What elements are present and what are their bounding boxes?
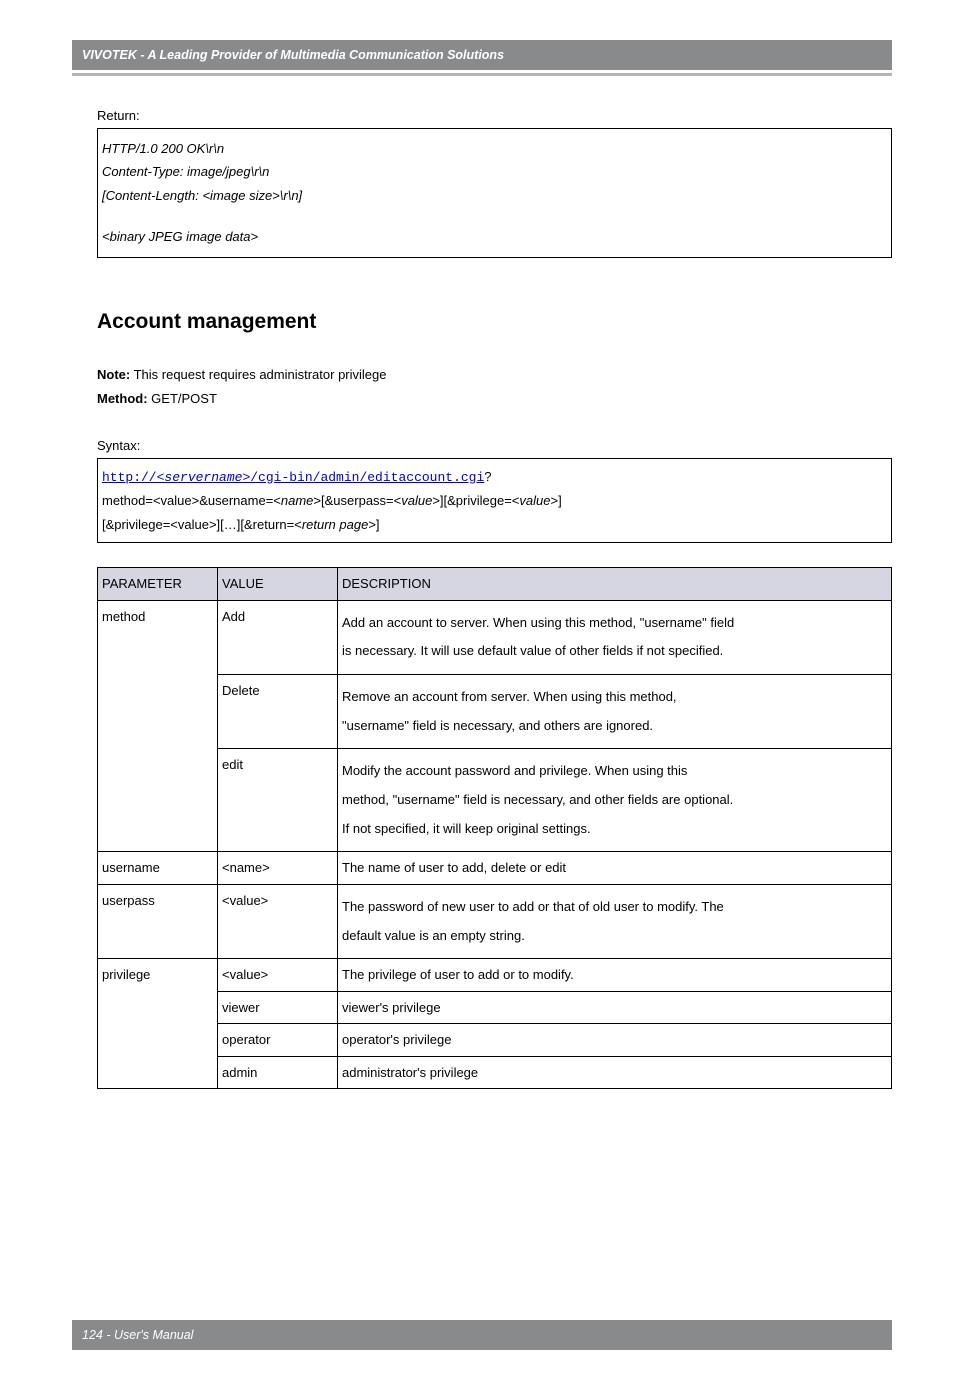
cell-privilege-value: <value> — [218, 959, 338, 992]
cell-operator-desc: operator's privilege — [338, 1024, 892, 1057]
syntax-url[interactable]: http://<servername>/cgi-bin/admin/editac… — [102, 470, 484, 485]
row-method-edit: edit Modify the account password and pri… — [98, 749, 892, 852]
return-label: Return: — [97, 106, 892, 126]
note-text: This request requires administrator priv… — [130, 367, 386, 382]
cell-username-param: username — [98, 852, 218, 885]
cell-method-delete-value: Delete — [218, 674, 338, 748]
header-title: VIVOTEK - A Leading Provider of Multimed… — [82, 48, 504, 62]
row-userpass: userpass <value> The password of new use… — [98, 884, 892, 958]
http-line-2: Content-Type: image/jpeg\r\n — [102, 162, 887, 182]
method-label: Method: — [97, 391, 148, 406]
cell-username-value: <name> — [218, 852, 338, 885]
cell-method-edit-value: edit — [218, 749, 338, 852]
note-label: Note: — [97, 367, 130, 382]
footer-bar: 124 - User's Manual — [72, 1320, 892, 1350]
section-title: Account management — [97, 306, 892, 338]
syntax-line-3: [&privilege=<value>][…][&return=<return … — [102, 515, 887, 535]
syntax-line-1: http://<servername>/cgi-bin/admin/editac… — [102, 467, 887, 488]
row-method-delete: Delete Remove an account from server. Wh… — [98, 674, 892, 748]
row-operator: operator operator's privilege — [98, 1024, 892, 1057]
cell-method-add-desc: Add an account to server. When using thi… — [338, 600, 892, 674]
footer-text: 124 - User's Manual — [82, 1328, 193, 1342]
cell-privilege-desc: The privilege of user to add or to modif… — [338, 959, 892, 992]
cell-username-desc: The name of user to add, delete or edit — [338, 852, 892, 885]
method-text: GET/POST — [148, 391, 217, 406]
cell-method-add-value: Add — [218, 600, 338, 674]
header-description: DESCRIPTION — [338, 568, 892, 601]
http-line-3: [Content-Length: <image size>\r\n] — [102, 186, 887, 206]
method-line: Method: GET/POST — [97, 389, 892, 409]
http-line-1: HTTP/1.0 200 OK\r\n — [102, 139, 887, 159]
row-admin: admin administrator's privilege — [98, 1056, 892, 1089]
cell-operator-value: operator — [218, 1024, 338, 1057]
cell-method-edit-desc: Modify the account password and privileg… — [338, 749, 892, 852]
syntax-label: Syntax: — [97, 436, 892, 456]
row-privilege: privilege <value> The privilege of user … — [98, 959, 892, 992]
header-underline — [72, 73, 892, 76]
parameter-table: PARAMETER VALUE DESCRIPTION method Add A… — [97, 567, 892, 1089]
header-value: VALUE — [218, 568, 338, 601]
cell-method-delete-desc: Remove an account from server. When usin… — [338, 674, 892, 748]
header-bar: VIVOTEK - A Leading Provider of Multimed… — [72, 40, 892, 70]
cell-privilege-param: privilege — [98, 959, 218, 1089]
note-line: Note: This request requires administrato… — [97, 365, 892, 385]
syntax-line-2: method=<value>&username=<name>[&userpass… — [102, 491, 887, 511]
table-header-row: PARAMETER VALUE DESCRIPTION — [98, 568, 892, 601]
row-method-add: method Add Add an account to server. Whe… — [98, 600, 892, 674]
http-response-box: HTTP/1.0 200 OK\r\n Content-Type: image/… — [97, 128, 892, 258]
cell-admin-desc: administrator's privilege — [338, 1056, 892, 1089]
cell-viewer-desc: viewer's privilege — [338, 991, 892, 1024]
row-viewer: viewer viewer's privilege — [98, 991, 892, 1024]
cell-userpass-value: <value> — [218, 884, 338, 958]
cell-method-param: method — [98, 600, 218, 852]
content-area: Return: HTTP/1.0 200 OK\r\n Content-Type… — [97, 106, 892, 1089]
row-username: username <name> The name of user to add,… — [98, 852, 892, 885]
syntax-box: http://<servername>/cgi-bin/admin/editac… — [97, 458, 892, 544]
http-line-4: <binary JPEG image data> — [102, 227, 887, 247]
header-parameter: PARAMETER — [98, 568, 218, 601]
cell-viewer-value: viewer — [218, 991, 338, 1024]
cell-admin-value: admin — [218, 1056, 338, 1089]
cell-userpass-param: userpass — [98, 884, 218, 958]
cell-userpass-desc: The password of new user to add or that … — [338, 884, 892, 958]
